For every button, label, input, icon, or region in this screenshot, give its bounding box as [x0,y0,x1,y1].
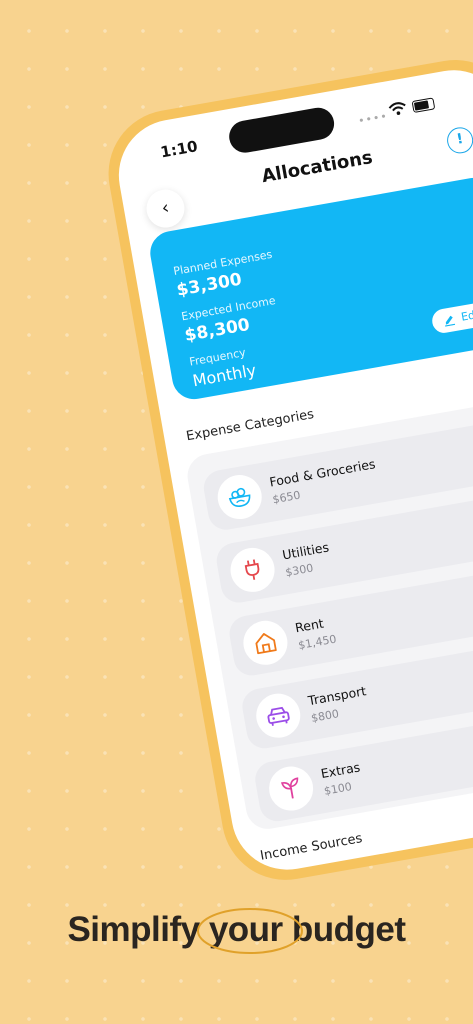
tagline-highlight: your [196,908,303,954]
category-name: Extras [319,759,362,782]
edit-button-label: Edit [460,307,473,324]
category-name: Utilities [281,539,331,563]
category-amount: $800 [310,707,340,725]
category-amount: $100 [322,780,353,798]
wifi-icon [388,102,406,115]
tagline-part3: budget [291,910,406,949]
hand-drawn-circle-icon [196,908,303,954]
category-amount: $650 [271,488,302,507]
car-icon [252,690,304,742]
category-amount: $300 [284,561,315,580]
category-amount: $1,450 [297,632,338,653]
edit-button[interactable]: Edit [430,300,473,335]
phone-mockup: 1:10 •••• ! ‹ Allocations Planned Expens… [98,49,473,891]
income-sources-title: Income Sources [259,831,364,864]
expense-categories-list: ••• Food & Groceries $650 ••• [184,393,473,833]
sprout-icon [265,763,317,815]
summary-card: Planned Expenses $3,300 Expected Income … [146,174,473,403]
pencil-icon [445,315,456,327]
salad-bowl-icon [214,471,266,523]
category-name: Transport [306,683,368,709]
tagline: Simplify your budget [0,908,473,954]
category-name: Food & Groceries [268,456,377,490]
battery-icon [411,97,436,114]
dynamic-island [226,105,337,156]
category-name: Rent [293,615,325,636]
tagline-part1: Simplify [67,910,200,949]
status-time: 1:10 [159,137,199,162]
plug-icon [227,544,279,596]
signal-dots-icon: •••• [357,109,389,128]
house-icon [239,617,291,669]
